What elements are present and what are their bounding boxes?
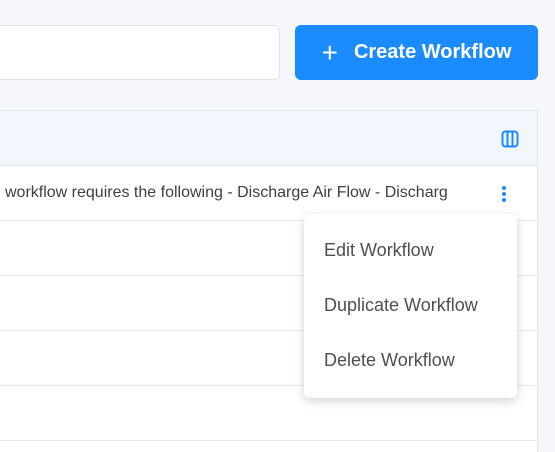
- more-vertical-icon[interactable]: [501, 186, 507, 202]
- search-input[interactable]: [0, 25, 280, 80]
- duplicate-workflow-menu-item[interactable]: Duplicate Workflow: [304, 278, 517, 333]
- plus-icon: +: [321, 36, 338, 68]
- table-row[interactable]: workflow requires the following - Discha…: [0, 166, 537, 221]
- create-workflow-button[interactable]: + Create Workflow: [295, 25, 538, 80]
- row-actions-menu: Edit Workflow Duplicate Workflow Delete …: [304, 214, 517, 398]
- delete-workflow-menu-item[interactable]: Delete Workflow: [304, 333, 517, 388]
- create-workflow-label: Create Workflow: [353, 41, 512, 63]
- columns-icon[interactable]: [501, 130, 519, 148]
- table-header: [0, 111, 537, 166]
- row-description: workflow requires the following - Discha…: [5, 184, 448, 201]
- edit-workflow-menu-item[interactable]: Edit Workflow: [304, 223, 517, 278]
